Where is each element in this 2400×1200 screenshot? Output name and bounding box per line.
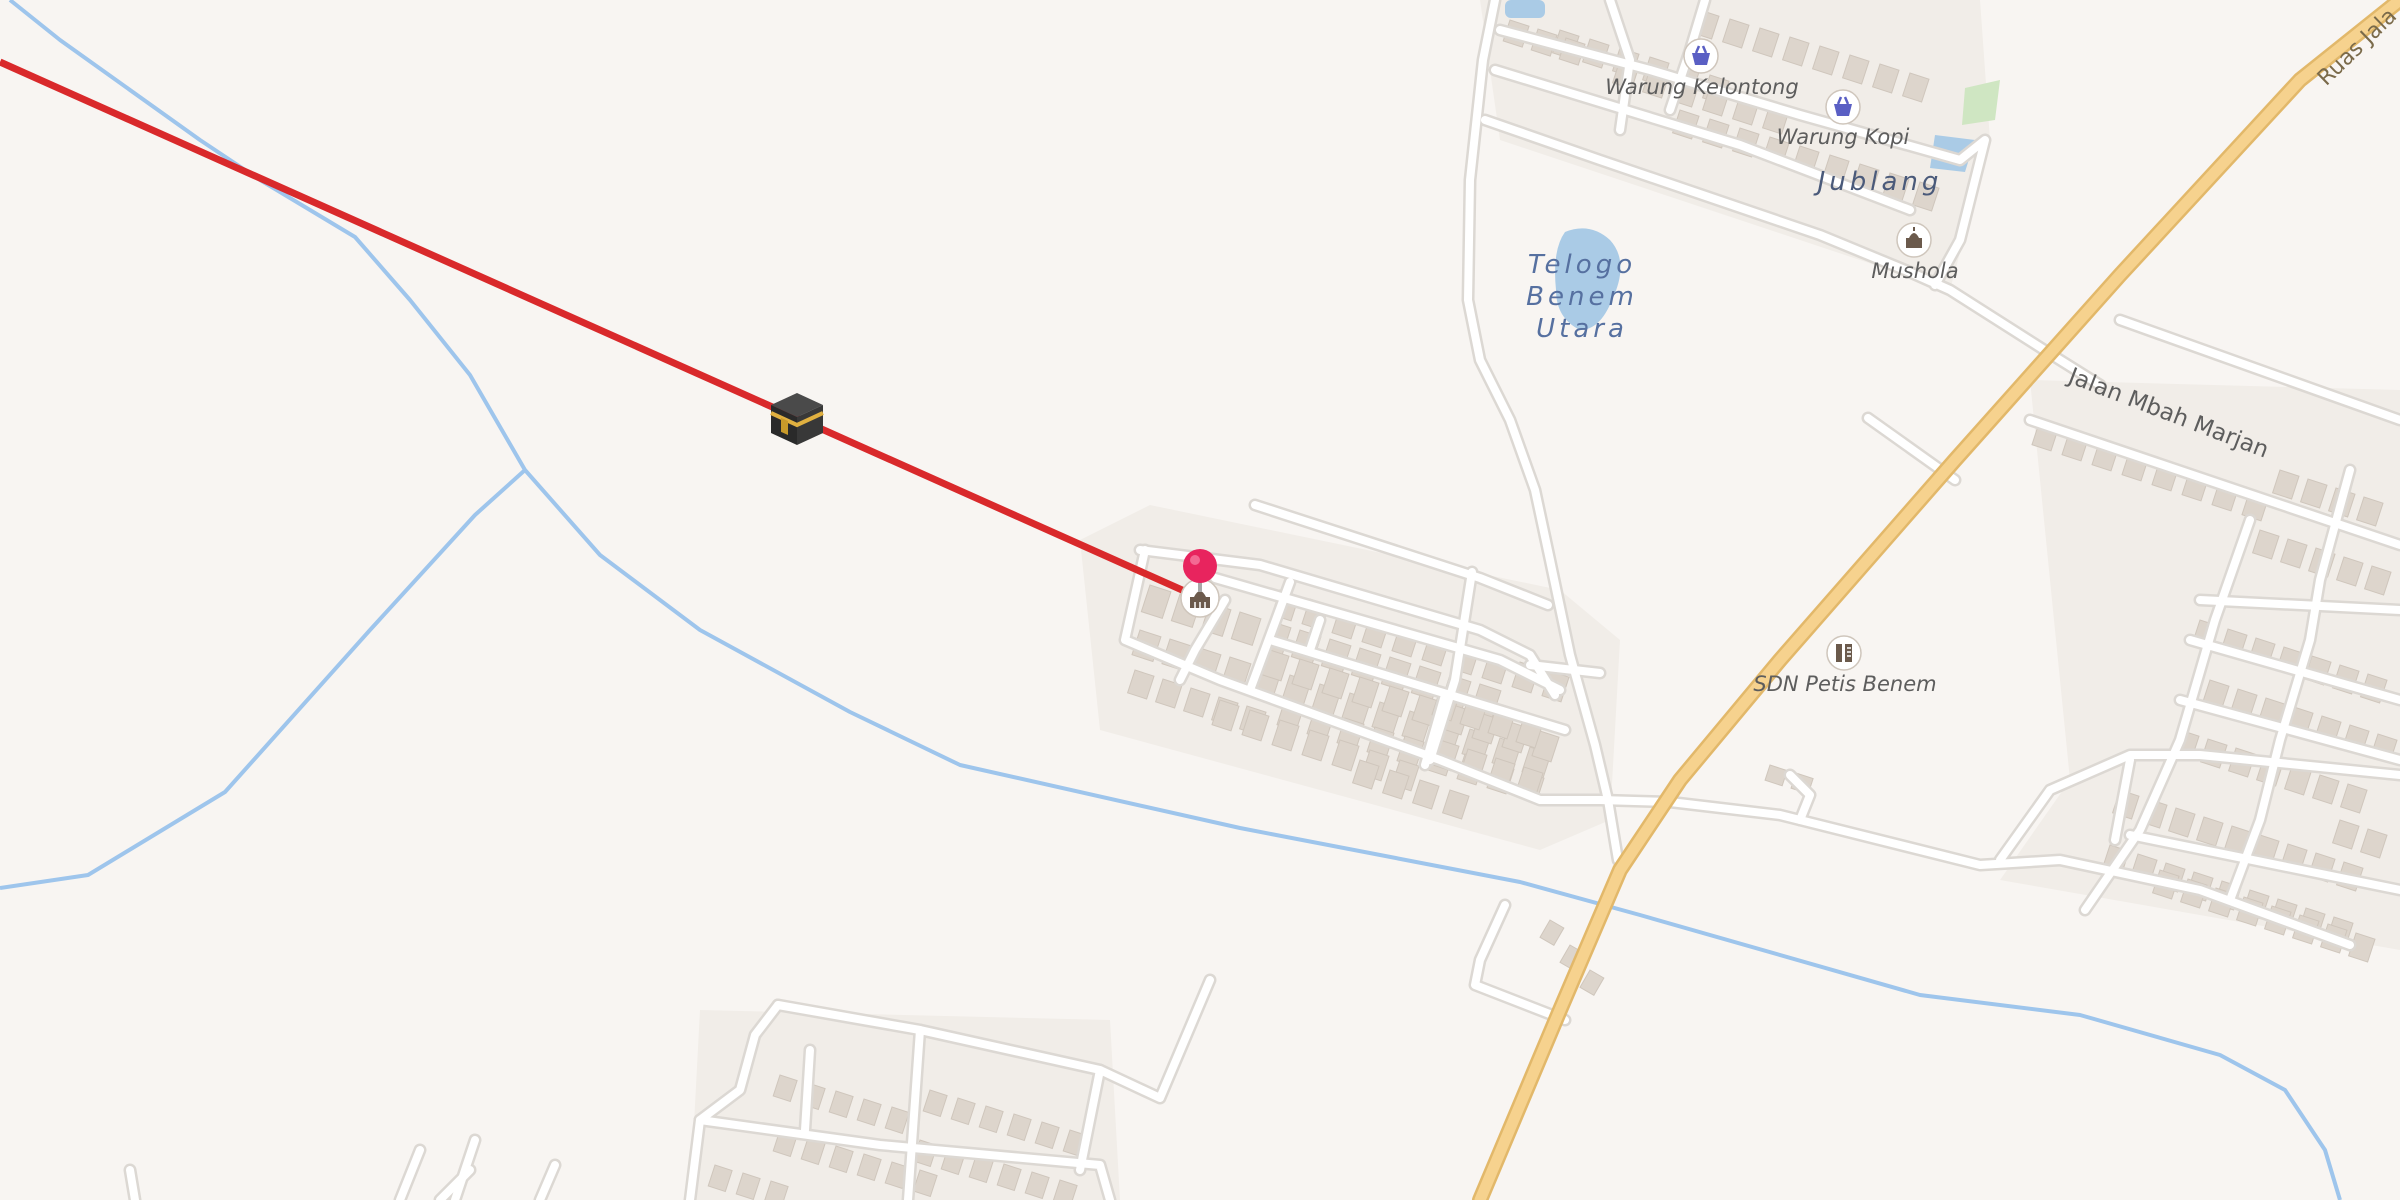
- place-label-jublang: Jublang: [1813, 167, 1943, 197]
- shopping-basket-icon[interactable]: [1825, 89, 1861, 125]
- school-icon[interactable]: [1826, 635, 1862, 671]
- poi-label-warung-kelontong: Warung Kelontong: [1605, 75, 1798, 99]
- svg-text:Utara: Utara: [1536, 314, 1628, 344]
- mosque-icon[interactable]: [1896, 222, 1932, 258]
- svg-text:Benem: Benem: [1526, 282, 1638, 312]
- poi-label-sdn-petis-benem: SDN Petis Benem: [1753, 672, 1936, 696]
- svg-text:Telogo: Telogo: [1528, 250, 1636, 280]
- map-canvas[interactable]: Warung Kelontong Warung Kopi Jublang Mus…: [0, 0, 2400, 1200]
- poi-label-warung-kopi: Warung Kopi: [1777, 125, 1910, 149]
- water-label-telogo-benem-utara: Telogo Benem Utara: [1526, 250, 1638, 344]
- poi-label-mushola: Mushola: [1871, 259, 1958, 283]
- shopping-basket-icon[interactable]: [1683, 38, 1719, 74]
